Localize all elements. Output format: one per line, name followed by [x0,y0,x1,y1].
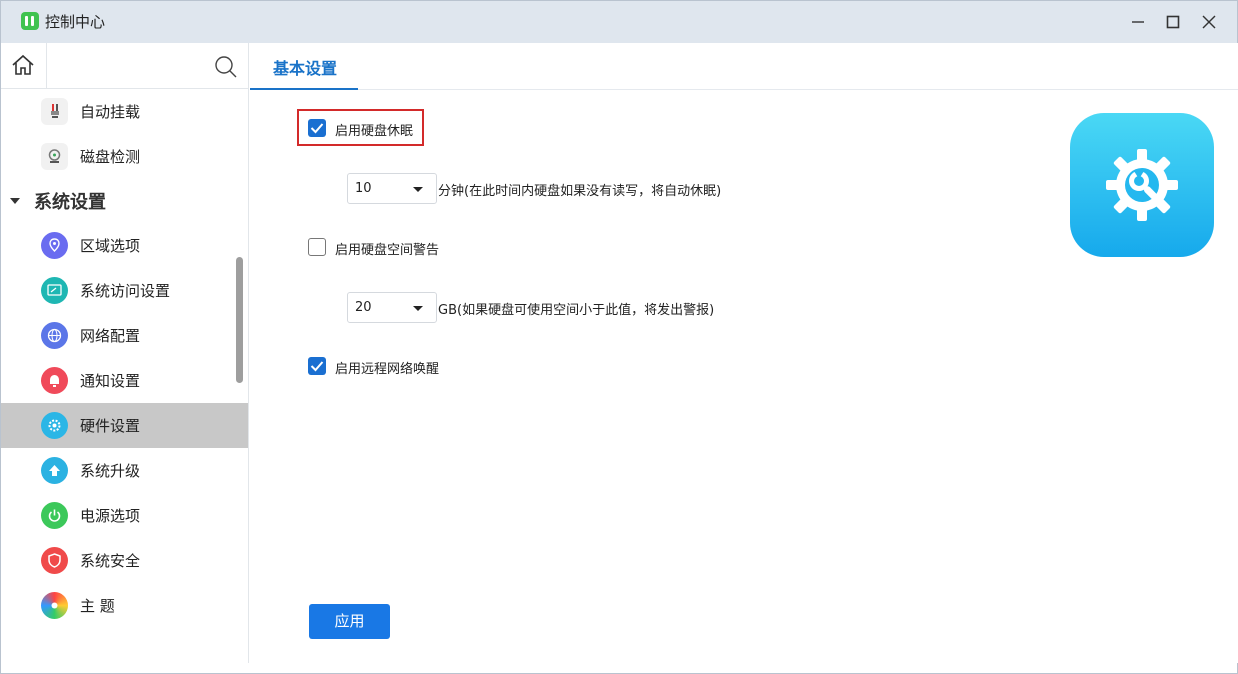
disk-sleep-checkbox[interactable] [308,119,326,137]
maximize-button[interactable] [1156,7,1190,37]
sidebar-item-label: 系统升级 [80,462,141,480]
control-center-window: 控制中心 自动挂载 磁盘检测 系统设置 区域选项 系统访问设置 网络配置 通知设… [0,0,1238,674]
disk-check-icon [41,143,68,170]
dropdown-caret-icon [413,187,423,192]
close-button[interactable] [1192,7,1226,37]
sidebar-item-upgrade[interactable]: 系统升级 [1,448,248,493]
minimize-button[interactable] [1121,7,1155,37]
power-icon [41,502,68,529]
sleep-minutes-select[interactable]: 10 [347,173,437,204]
theme-icon [41,592,68,619]
dropdown-caret-icon [413,306,423,311]
sidebar-item-notification[interactable]: 通知设置 [1,358,248,403]
main-panel: 基本设置 启用硬盘休眠 10 分钟(在此时间内硬盘如果没有读写，将自动休眠) 启… [250,43,1238,663]
sidebar-item-label: 系统访问设置 [80,282,171,300]
sidebar-item-security[interactable]: 系统安全 [1,538,248,583]
sidebar-item-label: 网络配置 [80,327,141,345]
sidebar-item-auto-mount[interactable]: 自动挂载 [1,89,248,134]
sidebar-group-system-settings[interactable]: 系统设置 [1,179,248,223]
sidebar: 自动挂载 磁盘检测 系统设置 区域选项 系统访问设置 网络配置 通知设置 硬件设… [1,43,249,663]
apply-button[interactable]: 应用 [309,604,390,639]
security-icon [41,547,68,574]
tab-basic-settings[interactable]: 基本设置 [250,43,358,90]
usb-icon [41,98,68,125]
wake-on-lan-label[interactable]: 启用远程网络唤醒 [335,358,439,377]
title-bar: 控制中心 [1,1,1237,43]
disk-sleep-label[interactable]: 启用硬盘休眠 [335,120,413,139]
sidebar-item-label: 区域选项 [80,237,141,255]
upgrade-icon [41,457,68,484]
wake-on-lan-checkbox[interactable] [308,357,326,375]
sidebar-group-label: 系统设置 [34,192,106,213]
home-button[interactable] [1,43,47,89]
sidebar-header [1,43,248,89]
minimize-icon [1132,21,1144,23]
checkmark-icon [310,123,324,134]
hardware-icon [41,412,68,439]
tab-underline [250,88,358,90]
hardware-settings-gear-icon [1070,113,1214,257]
maximize-icon [1166,15,1180,29]
app-icon [21,12,39,30]
space-gb-hint: GB(如果硬盘可使用空间小于此值，将发出警报) [438,303,715,318]
tab-bar: 基本设置 [250,43,1238,90]
sidebar-item-label: 通知设置 [80,372,141,390]
sidebar-item-label: 系统安全 [80,552,141,570]
network-icon [41,322,68,349]
search-icon [215,56,237,78]
space-warning-checkbox[interactable] [308,238,326,256]
sidebar-item-label: 电源选项 [80,507,141,525]
close-icon [1202,15,1216,29]
select-value: 20 [355,300,372,315]
search-button[interactable] [211,52,241,82]
sidebar-item-hardware[interactable]: 硬件设置 [1,403,248,448]
sidebar-item-label: 自动挂载 [80,103,141,121]
sidebar-item-theme[interactable]: 主 题 [1,583,248,628]
tab-label: 基本设置 [273,59,338,78]
sleep-minutes-hint: 分钟(在此时间内硬盘如果没有读写，将自动休眠) [438,184,722,199]
home-icon [12,54,34,75]
window-title: 控制中心 [45,13,106,31]
sidebar-item-label: 磁盘检测 [80,148,141,166]
select-value: 10 [355,181,372,196]
sidebar-item-disk-check[interactable]: 磁盘检测 [1,134,248,179]
space-gb-select[interactable]: 20 [347,292,437,323]
sidebar-item-network[interactable]: 网络配置 [1,313,248,358]
checkmark-icon [310,361,324,372]
sidebar-item-label: 主 题 [80,597,115,615]
caret-down-icon [10,198,20,204]
notification-icon [41,367,68,394]
sidebar-item-label: 硬件设置 [80,417,141,435]
sidebar-item-system-access[interactable]: 系统访问设置 [1,268,248,313]
space-warning-label[interactable]: 启用硬盘空间警告 [335,239,439,258]
access-icon [41,277,68,304]
region-icon [41,232,68,259]
sidebar-item-region[interactable]: 区域选项 [1,223,248,268]
sidebar-item-power[interactable]: 电源选项 [1,493,248,538]
sidebar-scrollbar[interactable] [236,257,243,383]
